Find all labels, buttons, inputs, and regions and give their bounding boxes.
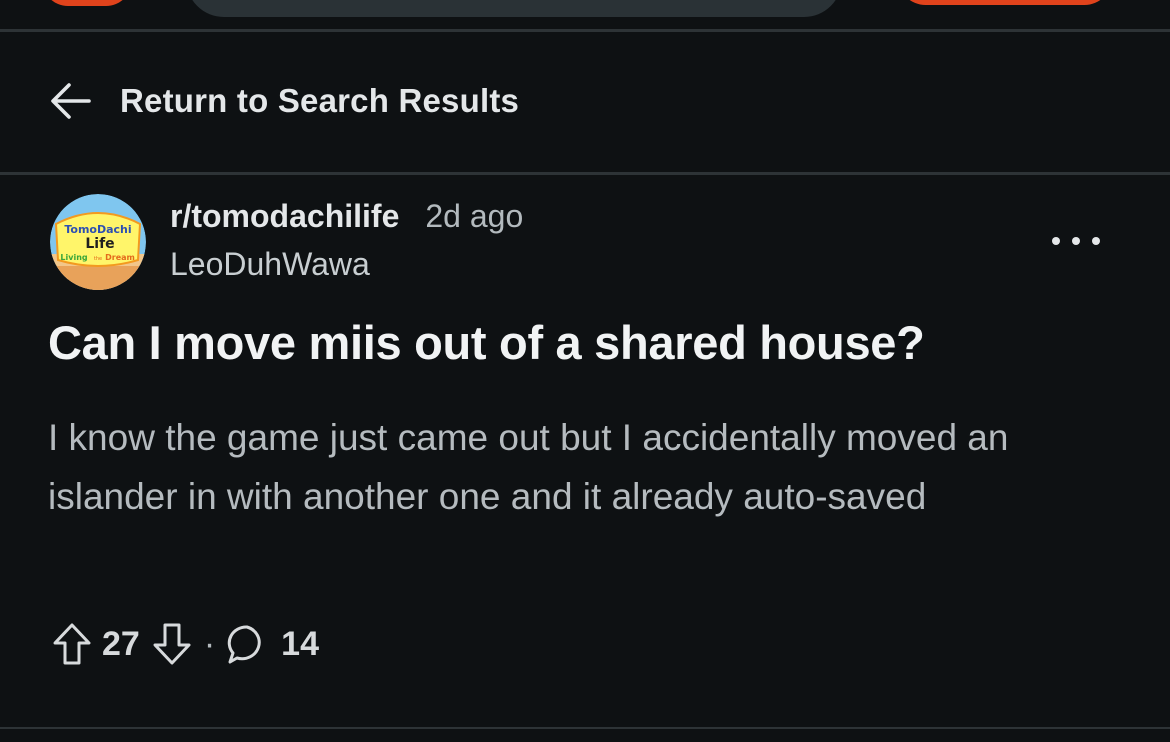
svg-text:Life: Life — [85, 236, 114, 252]
comment-count[interactable]: 14 — [281, 625, 319, 664]
return-to-search-results-link[interactable]: Return to Search Results — [48, 74, 519, 128]
post-timestamp: 2d ago — [425, 198, 524, 234]
top-right-button[interactable] — [898, 0, 1112, 5]
top-left-button[interactable] — [42, 0, 132, 6]
tomodachi-life-logo: TomoDachi Life Living the Dream — [50, 194, 146, 290]
more-horizontal-icon — [1052, 237, 1060, 245]
search-bar[interactable] — [186, 0, 842, 17]
bottom-divider — [0, 727, 1170, 729]
vote-count: 27 — [102, 624, 140, 663]
subreddit-avatar[interactable]: TomoDachi Life Living the Dream — [50, 194, 146, 290]
post-meta: r/tomodachilife 2d ago LeoDuhWawa — [170, 198, 523, 283]
downvote-arrow-icon[interactable] — [148, 619, 196, 669]
separator-dot: · — [203, 624, 216, 663]
top-app-bar — [0, 0, 1170, 30]
post-body: I know the game just came out but I acci… — [48, 417, 1009, 517]
svg-text:Living: Living — [60, 253, 87, 262]
svg-text:the: the — [94, 256, 102, 262]
arrow-left-icon — [48, 78, 94, 124]
subreddit-link[interactable]: r/tomodachilife — [170, 198, 399, 235]
back-label: Return to Search Results — [120, 82, 520, 119]
author-link[interactable]: LeoDuhWawa — [170, 246, 523, 283]
svg-text:TomoDachi: TomoDachi — [64, 223, 131, 236]
post-action-bar: 27 · 14 — [48, 618, 319, 670]
comment-bubble-icon[interactable] — [223, 619, 271, 669]
more-options-button[interactable] — [1052, 226, 1100, 256]
svg-text:Dream: Dream — [105, 253, 135, 262]
post-title[interactable]: Can I move miis out of a shared house? — [48, 314, 1128, 372]
section-divider — [0, 172, 1170, 175]
upvote-arrow-icon[interactable] — [48, 619, 96, 669]
header-divider — [0, 29, 1170, 32]
